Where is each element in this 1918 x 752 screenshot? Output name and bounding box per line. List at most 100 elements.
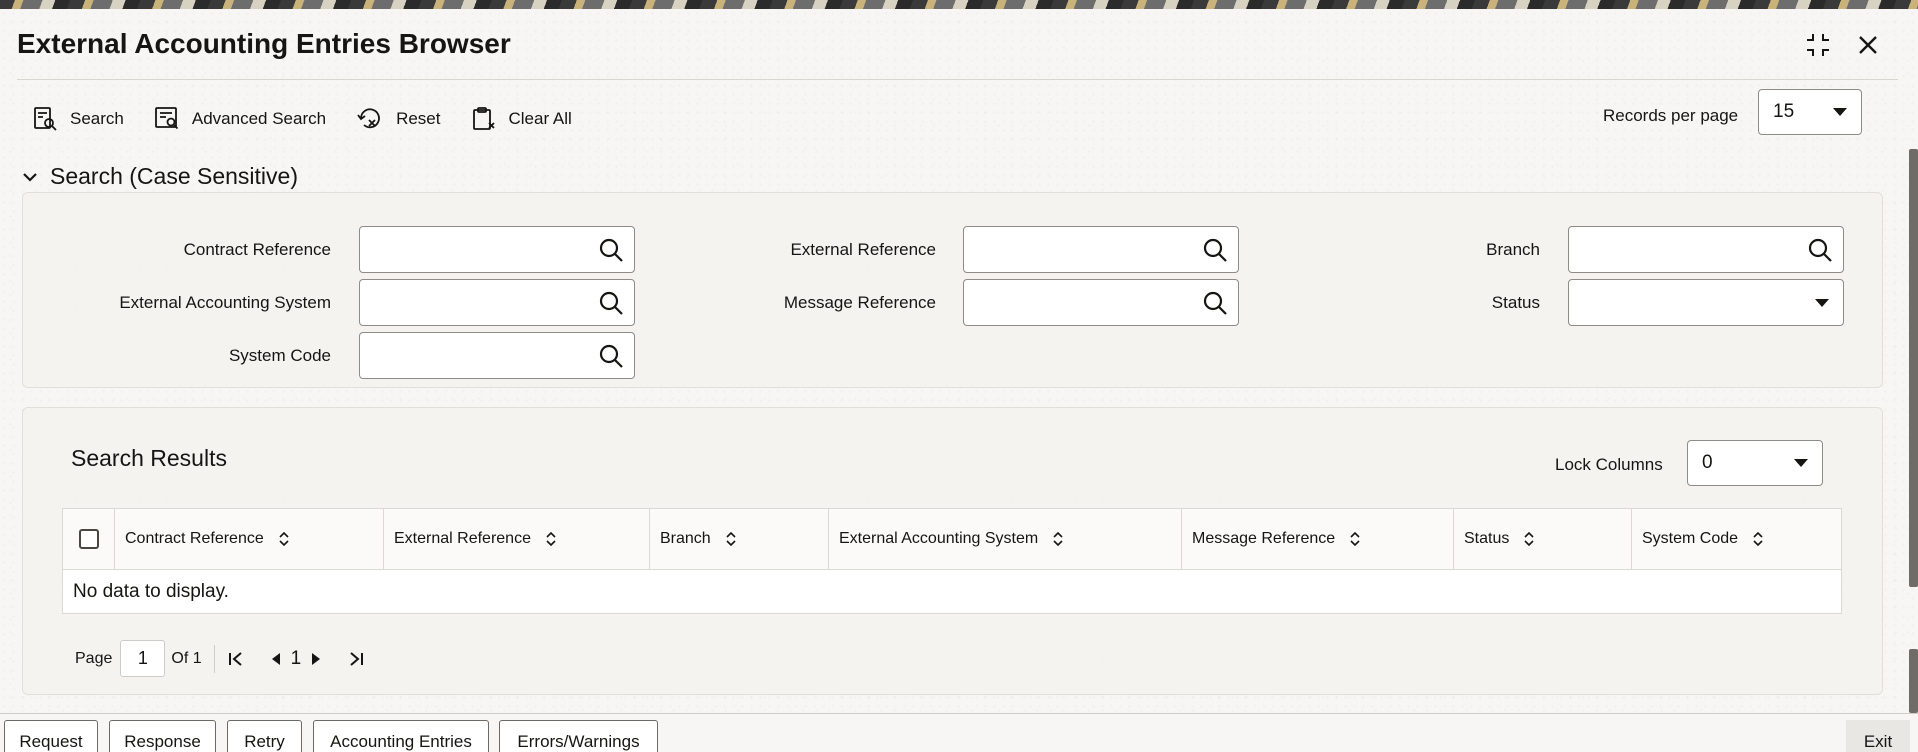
chevron-down-icon bbox=[1833, 108, 1847, 116]
search-icon[interactable] bbox=[1807, 237, 1833, 263]
status-select[interactable] bbox=[1568, 279, 1844, 326]
top-banner bbox=[0, 0, 1918, 9]
column-header-external-accounting-system[interactable]: External Accounting System bbox=[829, 509, 1182, 569]
select-all-cell bbox=[63, 509, 115, 569]
chevron-down-icon bbox=[23, 172, 37, 182]
column-header-label: Status bbox=[1464, 530, 1510, 547]
current-page: 1 bbox=[137, 648, 148, 668]
page-title: External Accounting Entries Browser bbox=[17, 28, 511, 59]
external-accounting-system-field[interactable] bbox=[359, 279, 635, 326]
records-per-page-value: 15 bbox=[1773, 101, 1795, 122]
clear-all-button-label: Clear All bbox=[508, 109, 572, 128]
message-reference-input[interactable] bbox=[974, 280, 1194, 324]
table-header: Contract Reference External Reference Br… bbox=[63, 509, 1841, 570]
lock-columns-label: Lock Columns bbox=[1555, 455, 1663, 474]
collapse-arrows-icon[interactable] bbox=[1804, 31, 1832, 59]
previous-page-icon[interactable] bbox=[263, 646, 289, 672]
external-accounting-system-input[interactable] bbox=[370, 280, 590, 324]
external-accounting-system-label: External Accounting System bbox=[119, 293, 331, 312]
chevron-down-icon bbox=[1794, 459, 1808, 467]
accounting-entries-button[interactable]: Accounting Entries bbox=[313, 720, 489, 752]
advanced-search-button[interactable]: Advanced Search bbox=[154, 101, 326, 137]
sort-icon[interactable] bbox=[1052, 531, 1064, 547]
reset-icon bbox=[357, 108, 380, 129]
column-header-label: Branch bbox=[660, 530, 711, 547]
lock-columns-select[interactable]: 0 bbox=[1687, 440, 1823, 486]
browser-window: External Accounting Entries Browser Sear… bbox=[0, 9, 1918, 752]
request-button[interactable]: Request bbox=[4, 720, 98, 752]
sort-icon[interactable] bbox=[725, 531, 737, 547]
first-page-icon[interactable] bbox=[223, 646, 249, 672]
external-reference-field[interactable] bbox=[963, 226, 1239, 273]
sort-icon[interactable] bbox=[1752, 531, 1764, 547]
column-header-branch[interactable]: Branch bbox=[650, 509, 829, 569]
message-reference-field[interactable] bbox=[963, 279, 1239, 326]
pagination: Page 1 Of 1 1 bbox=[75, 640, 369, 677]
message-reference-label: Message Reference bbox=[783, 293, 936, 312]
vertical-scrollbar[interactable] bbox=[1909, 149, 1918, 587]
pager-divider bbox=[213, 644, 215, 673]
external-reference-input[interactable] bbox=[974, 227, 1194, 271]
branch-field[interactable] bbox=[1568, 226, 1844, 273]
sort-icon[interactable] bbox=[1523, 531, 1535, 547]
reset-button[interactable]: Reset bbox=[356, 101, 441, 137]
advanced-search-icon bbox=[154, 107, 179, 130]
page-link[interactable]: 1 bbox=[291, 648, 302, 670]
search-icon[interactable] bbox=[598, 343, 624, 369]
page-count: Of 1 bbox=[171, 649, 202, 667]
clear-all-button[interactable]: Clear All bbox=[471, 101, 572, 137]
search-icon[interactable] bbox=[1202, 237, 1228, 263]
external-reference-label: External Reference bbox=[790, 240, 936, 259]
search-button[interactable]: Search bbox=[32, 101, 124, 137]
records-per-page-label: Records per page bbox=[1603, 106, 1739, 125]
last-page-icon[interactable] bbox=[343, 646, 369, 672]
column-header-message-reference[interactable]: Message Reference bbox=[1182, 509, 1454, 569]
system-code-input[interactable] bbox=[370, 333, 590, 377]
contract-reference-label: Contract Reference bbox=[183, 240, 331, 259]
sort-icon[interactable] bbox=[1349, 531, 1361, 547]
select-all-checkbox[interactable] bbox=[78, 529, 99, 549]
exit-button[interactable]: Exit bbox=[1846, 720, 1910, 752]
records-per-page-select[interactable]: 15 bbox=[1758, 89, 1862, 135]
search-icon[interactable] bbox=[598, 290, 624, 316]
advanced-search-button-label: Advanced Search bbox=[191, 109, 327, 128]
errors-warnings-button[interactable]: Errors/Warnings bbox=[499, 720, 658, 752]
column-header-label: External Reference bbox=[394, 530, 531, 547]
retry-button[interactable]: Retry bbox=[227, 720, 302, 752]
search-panel: Contract Reference External Reference Br… bbox=[22, 192, 1883, 388]
vertical-scrollbar-thumb[interactable] bbox=[1909, 649, 1918, 713]
clipboard-clear-icon bbox=[472, 107, 495, 130]
response-button[interactable]: Response bbox=[109, 720, 216, 752]
column-header-system-code[interactable]: System Code bbox=[1632, 509, 1841, 569]
column-header-label: System Code bbox=[1642, 530, 1739, 547]
reset-button-label: Reset bbox=[396, 109, 441, 128]
branch-label: Branch bbox=[1486, 240, 1540, 259]
search-doc-icon bbox=[34, 107, 57, 131]
window-controls bbox=[1804, 31, 1882, 59]
column-header-status[interactable]: Status bbox=[1454, 509, 1632, 569]
search-icon[interactable] bbox=[1202, 290, 1228, 316]
contract-reference-input[interactable] bbox=[370, 227, 590, 271]
sort-icon[interactable] bbox=[545, 531, 557, 547]
system-code-label: System Code bbox=[228, 346, 331, 365]
status-label: Status bbox=[1491, 293, 1540, 312]
sort-icon[interactable] bbox=[278, 531, 290, 547]
search-button-label: Search bbox=[70, 109, 124, 128]
title-divider bbox=[17, 79, 1898, 80]
system-code-field[interactable] bbox=[359, 332, 635, 379]
empty-message: No data to display. bbox=[73, 580, 229, 602]
search-icon[interactable] bbox=[598, 237, 624, 263]
column-header-external-reference[interactable]: External Reference bbox=[384, 509, 650, 569]
next-page-icon[interactable] bbox=[303, 646, 329, 672]
column-header-contract-reference[interactable]: Contract Reference bbox=[115, 509, 384, 569]
contract-reference-field[interactable] bbox=[359, 226, 635, 273]
column-header-label: Contract Reference bbox=[125, 530, 264, 547]
footer-bar: Request Response Retry Accounting Entrie… bbox=[0, 713, 1918, 752]
search-section-toggle[interactable]: Search (Case Sensitive) bbox=[22, 163, 298, 190]
branch-input[interactable] bbox=[1579, 227, 1799, 271]
page-number-input[interactable]: 1 bbox=[120, 640, 166, 677]
search-section-title: Search (Case Sensitive) bbox=[50, 163, 298, 189]
close-icon[interactable] bbox=[1854, 31, 1882, 59]
results-title: Search Results bbox=[71, 445, 227, 471]
lock-columns-value: 0 bbox=[1702, 452, 1713, 473]
